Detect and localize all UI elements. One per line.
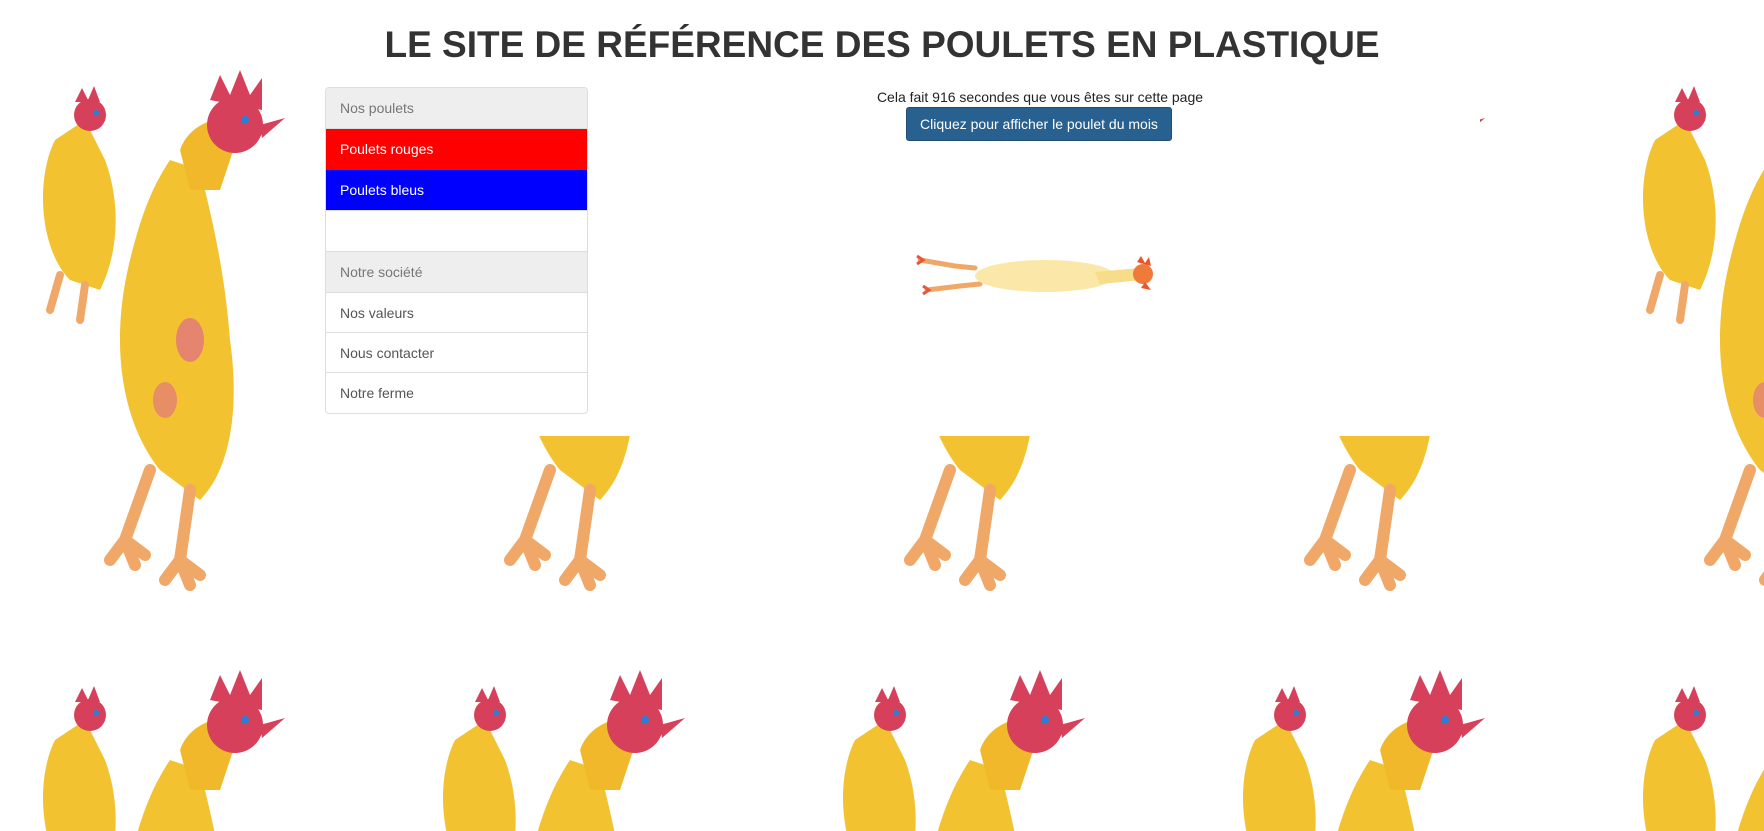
sidebar-menu: Nos poulets Poulets rouges Poulets bleus… xyxy=(325,87,588,414)
menu-item-empty[interactable] xyxy=(326,211,587,252)
flying-chicken-image xyxy=(916,254,1153,296)
menu-item-nous-contacter[interactable]: Nous contacter xyxy=(326,333,587,373)
menu-header-poulets: Nos poulets xyxy=(326,88,587,129)
menu-header-societe: Notre société xyxy=(326,252,587,293)
menu-item-poulets-bleus[interactable]: Poulets bleus xyxy=(326,170,587,211)
page-title: LE SITE DE RÉFÉRENCE DES POULETS EN PLAS… xyxy=(384,24,1380,65)
menu-item-poulets-rouges[interactable]: Poulets rouges xyxy=(326,129,587,170)
elapsed-time-text: Cela fait 916 secondes que vous êtes sur… xyxy=(876,89,1204,105)
menu-item-notre-ferme[interactable]: Notre ferme xyxy=(326,373,587,413)
show-chicken-of-month-button[interactable]: Cliquez pour afficher le poulet du mois xyxy=(906,107,1172,141)
menu-item-nos-valeurs[interactable]: Nos valeurs xyxy=(326,293,587,333)
